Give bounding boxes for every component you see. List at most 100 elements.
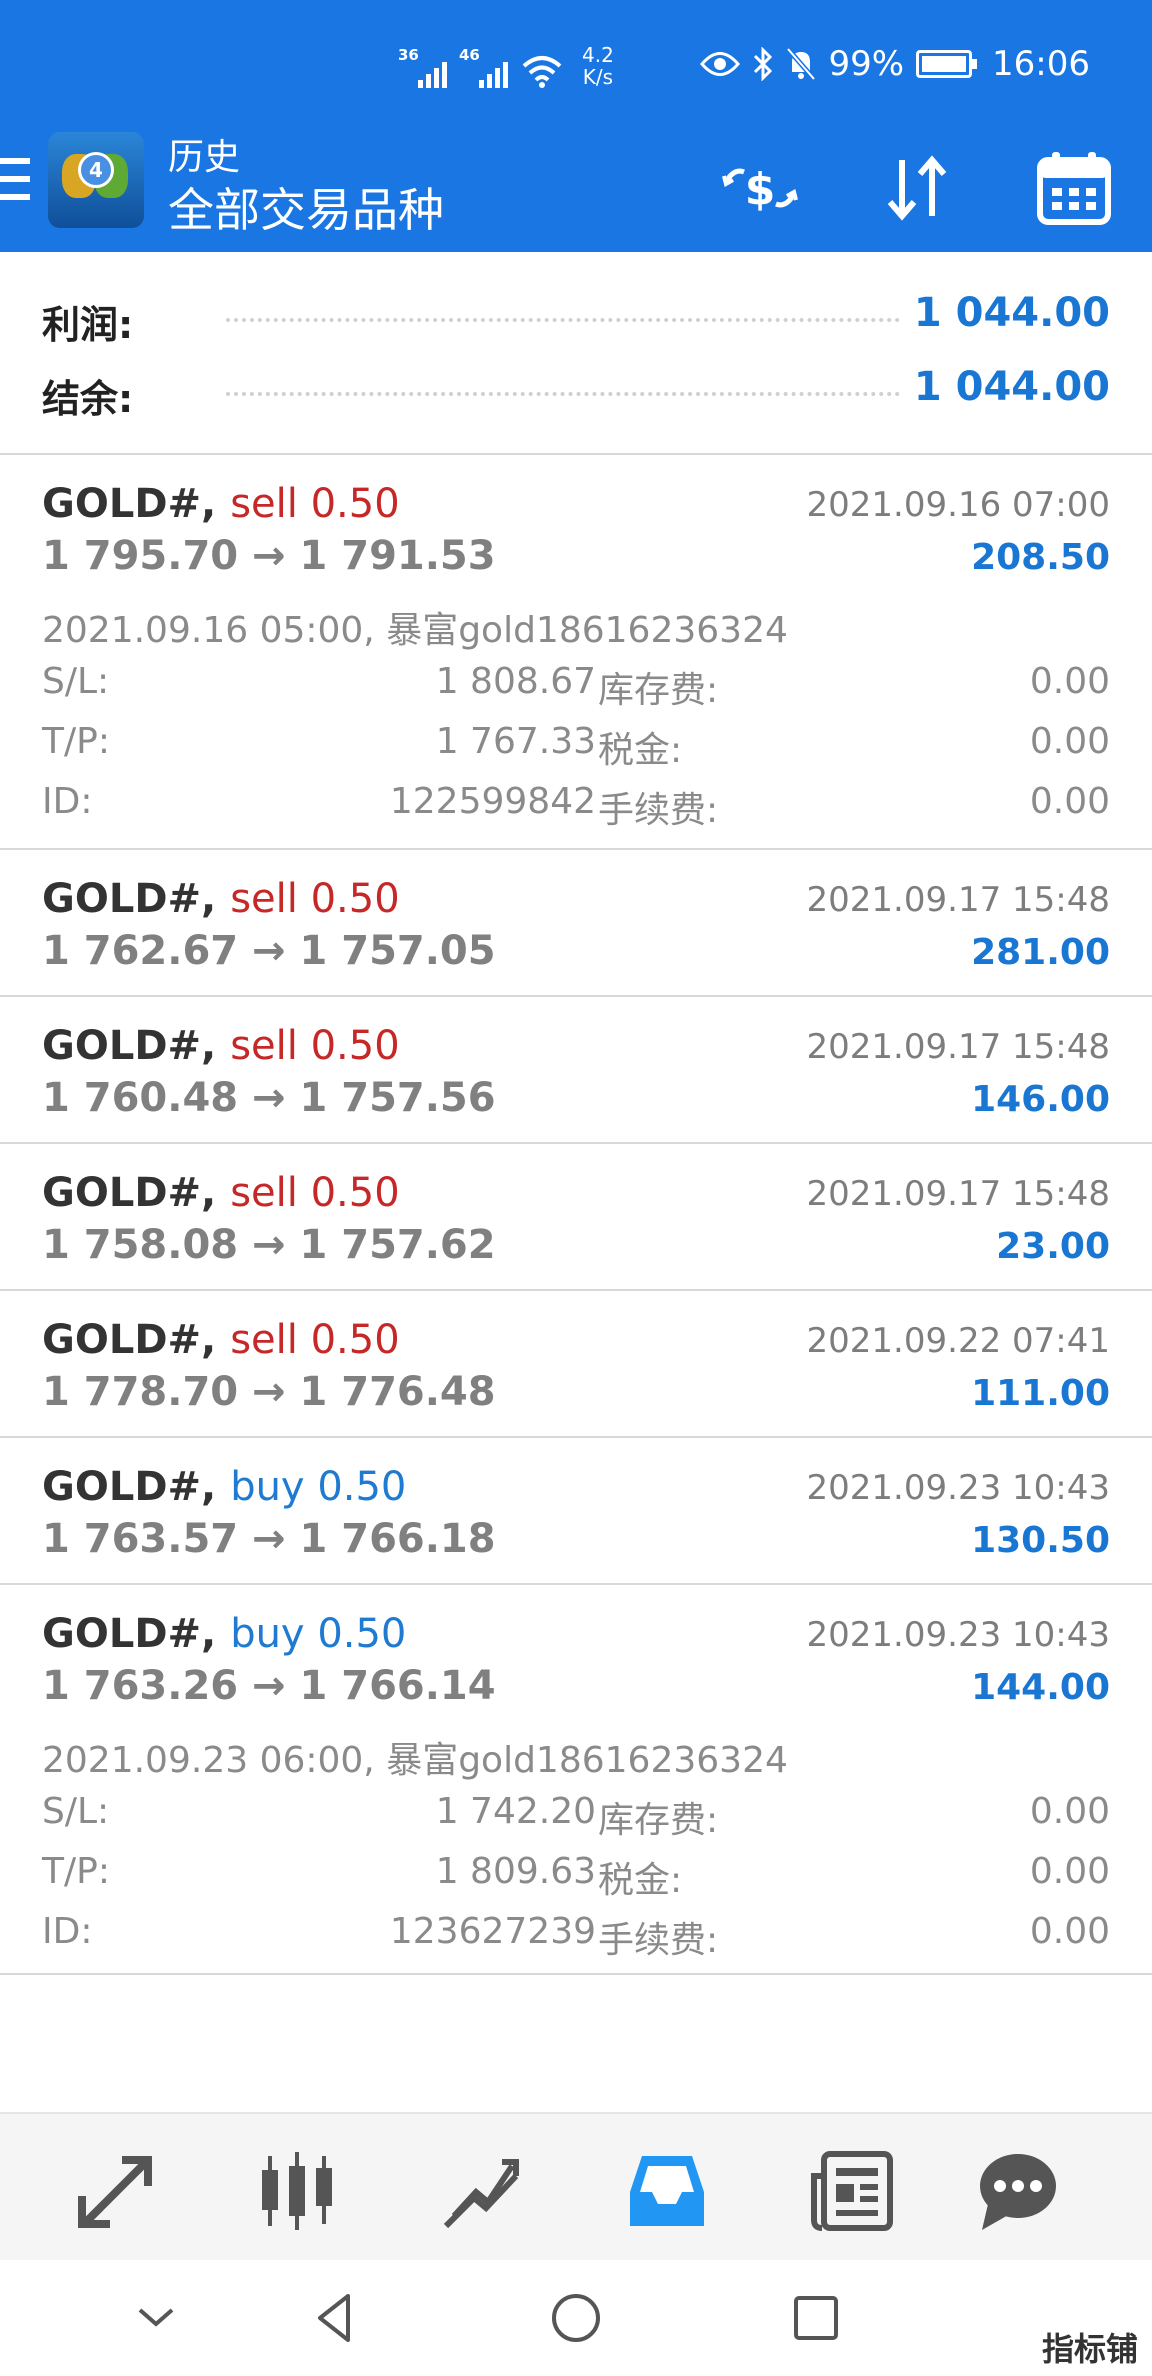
history-icon[interactable] bbox=[622, 2146, 712, 2236]
balance-row: 结余: 1 044.00 bbox=[42, 362, 1110, 422]
trade-symbol: GOLD#, buy 0.50 bbox=[42, 1464, 407, 1510]
trade-symbol: GOLD#, sell 0.50 bbox=[42, 1023, 400, 1069]
detail-row: S/L: 1 742.20 库存费: 0.00 bbox=[42, 1791, 1110, 1841]
speed-unit: K/s bbox=[582, 65, 614, 89]
balance-value: 1 044.00 bbox=[913, 364, 1110, 410]
trade-item[interactable]: GOLD#, buy 0.50 2021.09.23 10:43 1 763.5… bbox=[0, 1438, 1152, 1582]
sl-value: 1 742.20 bbox=[435, 1791, 596, 1832]
signal-icon-sim1: 36 bbox=[398, 46, 447, 88]
signal-icon-sim2: 46 bbox=[459, 46, 508, 88]
swap-label: 库存费: bbox=[598, 670, 719, 711]
swap-value: 0.00 bbox=[1029, 1791, 1110, 1832]
trade-direction: sell 0.50 bbox=[230, 481, 400, 527]
detail-row: T/P: 1 767.33 税金: 0.00 bbox=[42, 721, 1110, 771]
back-icon[interactable] bbox=[306, 2288, 366, 2348]
trade-symbol: GOLD#, sell 0.50 bbox=[42, 1317, 400, 1363]
trade-profit: 208.50 bbox=[971, 537, 1110, 578]
metatrader-logo-icon: 4 bbox=[48, 132, 144, 228]
trade-profit: 23.00 bbox=[996, 1226, 1110, 1267]
chat-icon[interactable] bbox=[972, 2146, 1062, 2236]
profit-value: 1 044.00 bbox=[913, 290, 1110, 336]
calendar-icon[interactable] bbox=[1034, 148, 1114, 228]
sl-value: 1 808.67 bbox=[435, 661, 596, 702]
trade-profit: 281.00 bbox=[971, 932, 1110, 973]
clock: 16:06 bbox=[992, 44, 1090, 84]
chevron-down-icon[interactable] bbox=[126, 2288, 186, 2348]
mute-bell-icon bbox=[786, 47, 817, 81]
detail-row: ID: 123627239 手续费: 0.00 bbox=[42, 1911, 1110, 1961]
close-time: 2021.09.22 07:41 bbox=[806, 1321, 1110, 1361]
id-value: 123627239 bbox=[389, 1911, 596, 1952]
home-icon[interactable] bbox=[546, 2288, 606, 2348]
status-bar: 36 46 4.2 K/s 99% 16:06 bbox=[0, 0, 1152, 128]
recents-icon[interactable] bbox=[786, 2288, 846, 2348]
close-time: 2021.09.23 10:43 bbox=[806, 1615, 1110, 1655]
sort-icon[interactable] bbox=[878, 148, 958, 228]
tax-label: 税金: bbox=[598, 730, 683, 771]
swap-value: 0.00 bbox=[1029, 661, 1110, 702]
trade-profit: 111.00 bbox=[971, 1373, 1110, 1414]
bluetooth-icon bbox=[754, 47, 773, 81]
network-speed: 4.2 K/s bbox=[582, 44, 614, 88]
profit-row: 利润: 1 044.00 bbox=[42, 288, 1110, 348]
account-summary: 利润: 1 044.00 结余: 1 044.00 bbox=[0, 254, 1152, 454]
trade-direction: sell 0.50 bbox=[230, 876, 400, 922]
close-time: 2021.09.17 15:48 bbox=[806, 1027, 1110, 1067]
trade-symbol: GOLD#, buy 0.50 bbox=[42, 1611, 407, 1657]
id-label: ID: bbox=[42, 781, 93, 822]
quotes-icon[interactable] bbox=[70, 2146, 160, 2236]
watermark: 指标铺 bbox=[1041, 2330, 1138, 2368]
tp-label: T/P: bbox=[42, 721, 110, 762]
menu-icon[interactable] bbox=[0, 158, 30, 212]
trade-item[interactable]: GOLD#, sell 0.50 2021.09.22 07:41 1 778.… bbox=[0, 1291, 1152, 1435]
network-type-2: 46 bbox=[459, 46, 480, 64]
eye-icon bbox=[700, 52, 741, 76]
tax-value: 0.00 bbox=[1029, 721, 1110, 762]
news-icon[interactable] bbox=[808, 2146, 898, 2236]
network-indicators: 36 46 4.2 K/s bbox=[398, 44, 614, 88]
system-navigation-bar: 指标铺 bbox=[0, 2260, 1152, 2376]
balance-label: 结余: bbox=[42, 377, 134, 421]
open-close-prices: 1 763.26 → 1 766.14 bbox=[42, 1663, 496, 1709]
trade-icon[interactable] bbox=[436, 2146, 526, 2236]
trade-profit: 144.00 bbox=[971, 1667, 1110, 1708]
trade-item[interactable]: GOLD#, sell 0.50 2021.09.17 15:48 1 762.… bbox=[0, 850, 1152, 994]
close-time: 2021.09.23 10:43 bbox=[806, 1468, 1110, 1508]
trade-item[interactable]: GOLD#, sell 0.50 2021.09.17 15:48 1 758.… bbox=[0, 1144, 1152, 1288]
open-close-prices: 1 778.70 → 1 776.48 bbox=[42, 1369, 496, 1415]
dotted-leader bbox=[226, 318, 900, 322]
close-time: 2021.09.17 15:48 bbox=[806, 880, 1110, 920]
chart-icon[interactable] bbox=[252, 2146, 342, 2236]
currency-exchange-icon[interactable]: $ bbox=[720, 148, 800, 228]
battery-percent: 99% bbox=[828, 44, 905, 84]
tp-value: 1 767.33 bbox=[435, 721, 596, 762]
open-close-prices: 1 795.70 → 1 791.53 bbox=[42, 533, 496, 579]
detail-row: T/P: 1 809.63 税金: 0.00 bbox=[42, 1851, 1110, 1901]
divider bbox=[0, 1973, 1152, 1975]
tp-label: T/P: bbox=[42, 1851, 110, 1892]
trade-direction: buy 0.50 bbox=[230, 1464, 407, 1510]
trade-symbol: GOLD#, sell 0.50 bbox=[42, 876, 400, 922]
open-close-prices: 1 760.48 → 1 757.56 bbox=[42, 1075, 496, 1121]
trade-item[interactable]: GOLD#, sell 0.50 2021.09.16 07:00 1 795.… bbox=[0, 455, 1152, 847]
sl-label: S/L: bbox=[42, 661, 110, 702]
fee-value: 0.00 bbox=[1029, 1911, 1110, 1952]
symbol-filter[interactable]: 全部交易品种 bbox=[168, 174, 444, 240]
battery-icon bbox=[916, 50, 978, 78]
open-info: 2021.09.23 06:00, 暴富gold18616236324 bbox=[42, 1740, 788, 1781]
dotted-leader bbox=[226, 392, 900, 396]
close-time: 2021.09.16 07:00 bbox=[806, 485, 1110, 525]
page-title: 历史 bbox=[168, 137, 241, 178]
fee-value: 0.00 bbox=[1029, 781, 1110, 822]
trade-profit: 146.00 bbox=[971, 1079, 1110, 1120]
profit-label: 利润: bbox=[42, 303, 134, 347]
tax-value: 0.00 bbox=[1029, 1851, 1110, 1892]
sl-label: S/L: bbox=[42, 1791, 110, 1832]
id-label: ID: bbox=[42, 1911, 93, 1952]
speed-value: 4.2 bbox=[582, 43, 614, 67]
trade-item[interactable]: GOLD#, buy 0.50 2021.09.23 10:43 1 763.2… bbox=[0, 1585, 1152, 1973]
bottom-navigation bbox=[0, 2112, 1152, 2260]
trade-direction: sell 0.50 bbox=[230, 1023, 400, 1069]
trade-symbol: GOLD#, sell 0.50 bbox=[42, 481, 400, 527]
trade-item[interactable]: GOLD#, sell 0.50 2021.09.17 15:48 1 760.… bbox=[0, 997, 1152, 1141]
